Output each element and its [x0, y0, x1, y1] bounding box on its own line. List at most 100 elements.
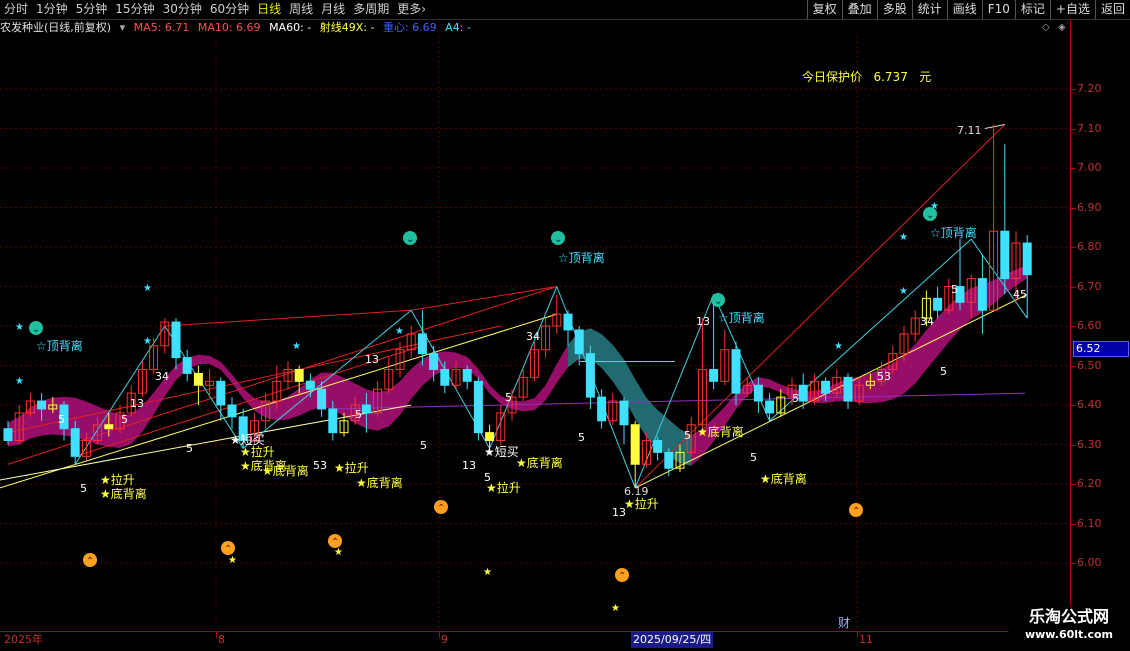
toolbar-button-2[interactable]: 多股 — [876, 0, 912, 19]
candle-body — [585, 353, 595, 398]
candle-body — [798, 384, 808, 402]
top-divergence-label: ☆顶背离 — [930, 225, 977, 240]
finance-marker[interactable]: 财 — [838, 614, 850, 631]
tab-7[interactable]: 周线 — [285, 0, 317, 19]
a4-value: A4: - — [445, 21, 471, 34]
yellow-star-icon: ★ — [228, 555, 237, 566]
pull-up-label: ★拉升 — [100, 472, 135, 487]
bottom-divergence-label: ★底背离 — [697, 424, 744, 439]
watermark-url: www.60lt.com — [1024, 628, 1114, 641]
candle-body — [1000, 230, 1010, 280]
candle-body — [294, 368, 304, 382]
date-label-sep: 9 — [441, 633, 448, 646]
wave-count-label: 34 — [155, 370, 169, 383]
toolbar-button-0[interactable]: 复权 — [806, 0, 842, 19]
yellow-star-icon: ★ — [483, 567, 492, 578]
tab-5[interactable]: 60分钟 — [206, 0, 253, 19]
buy-signal-icon: ⌃ — [437, 503, 445, 514]
diamond-icon[interactable]: ◇ — [1042, 22, 1050, 33]
price-tick: 6.90 — [1077, 200, 1102, 214]
watermark: 乐淘公式网 www.60lt.com — [1008, 606, 1130, 642]
watermark-title: 乐淘公式网 — [1028, 607, 1109, 626]
sell-signal-icon: ⌄ — [554, 234, 562, 245]
tab-6[interactable]: 日线 — [253, 0, 285, 19]
toolbar-button-5[interactable]: F10 — [981, 0, 1015, 19]
candle-body — [462, 368, 472, 382]
candle-body — [37, 400, 47, 410]
price-axis: 7.20 7.10 7.00 6.90 6.80 6.70 6.60 6.50 6.40 6.30… — [1070, 20, 1130, 632]
candle-body — [664, 451, 674, 469]
price-tick: 7.00 — [1077, 161, 1102, 174]
guard-price: 今日保护价 6.737 元 — [802, 68, 931, 85]
buy-signal-icon: ⌃ — [86, 556, 94, 567]
candle-body — [227, 404, 237, 418]
pull-up-label: ★拉升 — [486, 480, 521, 495]
tab-3[interactable]: 15分钟 — [111, 0, 158, 19]
toolbar-button-3[interactable]: 统计 — [911, 0, 947, 19]
wave-count-label: 34 — [920, 315, 934, 328]
bottom-divergence-label: ★底背离 — [760, 471, 807, 486]
sell-signal-icon: ⌄ — [32, 324, 40, 335]
wave-count-label: 5 — [750, 451, 757, 464]
bottom-divergence-label: ★底背离 — [356, 475, 403, 490]
price-tick: 7.20 — [1077, 82, 1102, 95]
toolbar: 分时 1分钟 5分钟 15分钟 30分钟 60分钟 日线 周线 月线 多周期 更多› 复权 叠加 多股统… — [0, 0, 1130, 20]
candle-body — [977, 278, 987, 311]
period-tabs: 分时 1分钟 5分钟 15分钟 30分钟 60分钟 日线 周线 月线 多周期 更多› — [0, 0, 430, 19]
candle-body — [171, 321, 181, 359]
candle-body — [821, 380, 831, 394]
candle-body — [1022, 242, 1032, 276]
candle-body — [653, 440, 663, 453]
date-label-year: 2025年 — [4, 633, 43, 646]
wave-count-label: 34 — [526, 330, 540, 343]
trend-line — [411, 286, 557, 311]
tab-2[interactable]: 5分钟 — [72, 0, 112, 19]
price-tick: 7.10 — [1077, 121, 1102, 135]
price-tick: 6.40 — [1077, 398, 1102, 411]
short-buy-label: ★短买 — [230, 433, 265, 447]
low-price-label: 6.19 — [624, 485, 649, 498]
price-tick: 6.80 — [1077, 240, 1102, 253]
settings-icon[interactable]: ◈ — [1058, 22, 1066, 33]
tab-4[interactable]: 30分钟 — [159, 0, 206, 19]
candle-body — [933, 297, 943, 311]
tab-0[interactable]: 分时 — [0, 0, 32, 19]
pull-up-label: ★拉升 — [624, 496, 659, 511]
top-divergence-label: ☆顶背离 — [718, 310, 765, 325]
cyan-star-icon: ★ — [292, 341, 301, 352]
candle-body — [574, 329, 584, 355]
candle-body — [216, 380, 226, 406]
zigzag-line — [489, 286, 558, 449]
candle-body — [193, 372, 203, 386]
toolbar-button-8[interactable]: 返回 — [1094, 0, 1130, 19]
stock-name[interactable]: 农发种业(日线,前复权) — [0, 21, 111, 34]
candle-body — [182, 357, 192, 374]
toolbar-button-6[interactable]: 标记 — [1014, 0, 1050, 19]
toolbar-button-4[interactable]: 画线 — [946, 0, 982, 19]
candle-body — [765, 400, 775, 414]
tab-10[interactable]: 更多› — [393, 0, 430, 19]
trend-line — [164, 309, 412, 327]
toolbar-button-7[interactable]: +自选 — [1049, 0, 1095, 19]
date-label-aug: 8 — [218, 633, 225, 646]
yellow-star-icon: ★ — [334, 547, 343, 558]
dropdown-icon[interactable]: ▾ — [120, 21, 126, 34]
wave-count-label: 5 — [578, 431, 585, 444]
candle-body — [328, 408, 338, 434]
kline-chart[interactable]: ☆顶背离 ☆顶背离 ☆顶背离 ☆顶背离 ★底背离 ★底背离 ★底背离 ★底背离 ★底背离 ★底背离… — [0, 36, 1070, 630]
candle-body — [305, 380, 315, 390]
wave-count-label: 5 — [420, 439, 427, 452]
toolbar-button-1[interactable]: 叠加 — [841, 0, 877, 19]
short-buy-label: ★短买 — [484, 445, 519, 459]
tab-1[interactable]: 1分钟 — [32, 0, 72, 19]
wave-count-label: 5 — [58, 413, 65, 426]
wave-count-label: 5 — [684, 429, 691, 442]
high-price-label: 7.11 — [957, 124, 982, 137]
shexian-value: 射线49X: - — [319, 21, 375, 34]
wave-count-label: 13 — [462, 459, 476, 472]
tab-8[interactable]: 月线 — [317, 0, 349, 19]
cyan-star-icon: ★ — [834, 341, 843, 352]
wave-count-label: 5 — [940, 365, 947, 378]
indicator-info-bar: 农发种业(日线,前复权) ▾ MA5: 6.71 MA10: 6.69 MA60… — [0, 20, 1070, 36]
tab-9[interactable]: 多周期 — [349, 0, 393, 19]
